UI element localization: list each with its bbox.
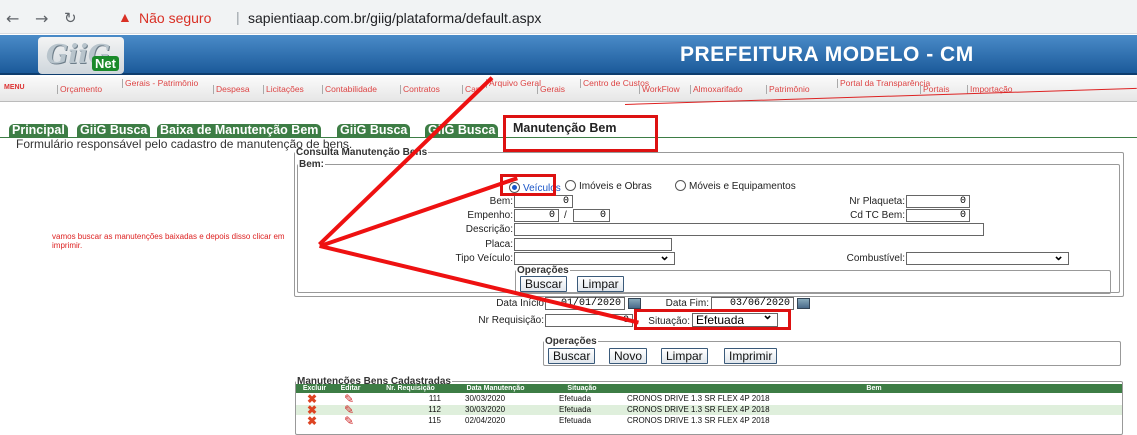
tipo-veiculo-select[interactable] (514, 248, 675, 265)
novo-button[interactable]: Novo (609, 348, 648, 364)
menu-label: MENU (4, 84, 25, 91)
tab-principal[interactable]: Principal (9, 124, 68, 137)
menu-item[interactable]: Portal da Transparência (837, 79, 930, 88)
row-bem: CRONOS DRIVE 1.3 SR FLEX 4P 2018 (627, 394, 770, 403)
cdtc-label: Cd TC Bem: (850, 210, 905, 221)
combustivel-select[interactable] (906, 248, 1069, 265)
calendar-icon[interactable] (628, 298, 641, 309)
empenho-input-2[interactable]: 0 (573, 209, 610, 222)
cdtc-input[interactable]: 0 (906, 209, 970, 222)
menu-item[interactable]: Orçamento (57, 85, 102, 94)
radio-imoveis-label: Imóveis e Obras (579, 181, 652, 192)
empenho-separator: / (564, 210, 567, 221)
descricao-input[interactable] (514, 223, 984, 236)
placa-label: Placa: (485, 239, 513, 250)
col-bem: Bem (626, 384, 1122, 393)
menu-item[interactable]: Contabilidade (322, 85, 377, 94)
menu-item[interactable]: Arquivo Geral (486, 79, 541, 88)
limpar-button[interactable]: Limpar (661, 348, 708, 364)
row-situacao: Efetuada (559, 405, 592, 414)
row-bem: CRONOS DRIVE 1.3 SR FLEX 4P 2018 (627, 416, 770, 425)
forward-icon[interactable]: → (35, 9, 48, 28)
menu-item[interactable]: Patrimônio (766, 85, 810, 94)
bem-legend: Bem: (299, 159, 325, 170)
filtros-ops-legend: Operações (545, 336, 597, 347)
radio-imoveis[interactable] (565, 180, 576, 191)
row-data: 30/03/2020 (465, 405, 506, 414)
row-requisicao: 112 (428, 405, 441, 414)
buscar-button[interactable]: Buscar (548, 348, 596, 364)
back-icon[interactable]: ← (6, 9, 19, 28)
col-requisicao: Nr. Requisição (369, 384, 452, 393)
menu-item[interactable]: Contratos (400, 85, 440, 94)
combustivel-label: Combustível: (846, 253, 905, 264)
row-data: 30/03/2020 (465, 394, 506, 403)
reload-icon[interactable]: ↻ (64, 9, 77, 27)
col-situacao: Situação (539, 384, 625, 393)
app-logo-tag: Net (92, 56, 119, 71)
highlight-tab (503, 115, 658, 152)
buscar-button-top[interactable]: Buscar (520, 276, 568, 292)
plaqueta-input[interactable]: 0 (906, 195, 970, 208)
divider: | (236, 9, 240, 25)
menu-item[interactable]: Despesa (213, 85, 250, 94)
menu-item[interactable]: Licitações (263, 85, 304, 94)
page-title: PREFEITURA MODELO - CM (680, 43, 974, 66)
address-bar[interactable]: sapientiaap.com.br/giig/plataforma/defau… (248, 10, 541, 26)
consulta-ops-legend: Operações (517, 265, 569, 276)
menu-item[interactable]: Gerais (537, 85, 565, 94)
bem-input[interactable]: 0 (514, 195, 573, 208)
tipo-veiculo-label: Tipo Veículo: (455, 253, 513, 264)
row-bem: CRONOS DRIVE 1.3 SR FLEX 4P 2018 (627, 405, 770, 414)
col-data: Data Manutenção (453, 384, 538, 393)
bem-label: Bem: (489, 196, 513, 207)
requisicao-label: Nr Requisição: (478, 315, 544, 326)
tab-baixa-manutencao[interactable]: Baixa de Manutenção Bem (157, 124, 322, 137)
row-requisicao: 115 (428, 416, 441, 425)
annotation-note: vamos buscar as manutenções baixadas e d… (52, 232, 285, 250)
highlight-veiculos (500, 174, 556, 196)
menu-item[interactable]: Gerais - Patrimônio (122, 79, 198, 88)
row-situacao: Efetuada (559, 394, 592, 403)
row-situacao: Efetuada (559, 416, 592, 425)
warning-icon: ▲ (118, 9, 132, 25)
radio-moveis[interactable] (675, 180, 686, 191)
tab-giig-busca-2[interactable]: GiiG Busca (337, 124, 411, 137)
calendar-icon[interactable] (797, 298, 810, 309)
placa-input[interactable] (514, 238, 672, 251)
plaqueta-label: Nr Plaqueta: (849, 196, 905, 207)
tab-giig-busca-1[interactable]: GiiG Busca (77, 124, 151, 137)
menu-item[interactable]: Portais (920, 85, 949, 94)
limpar-button-top[interactable]: Limpar (577, 276, 624, 292)
row-data: 02/04/2020 (465, 416, 506, 425)
highlight-situacao (634, 309, 791, 330)
menu-item[interactable]: Almoxarifado (690, 85, 743, 94)
data-inicio-label: Data Início (496, 298, 544, 309)
edit-icon[interactable]: ✎ (344, 415, 354, 427)
delete-icon[interactable]: ✖ (307, 415, 317, 427)
empenho-input-1[interactable]: 0 (514, 209, 559, 222)
row-requisicao: 111 (428, 394, 441, 403)
radio-moveis-label: Móveis e Equipamentos (689, 181, 796, 192)
descricao-label: Descrição: (465, 224, 513, 235)
security-status[interactable]: Não seguro (139, 10, 211, 26)
data-fim-label: Data Fim: (665, 298, 709, 309)
menu-item[interactable]: WorkFlow (639, 85, 680, 94)
imprimir-button[interactable]: Imprimir (724, 348, 778, 364)
empenho-label: Empenho: (467, 210, 513, 221)
